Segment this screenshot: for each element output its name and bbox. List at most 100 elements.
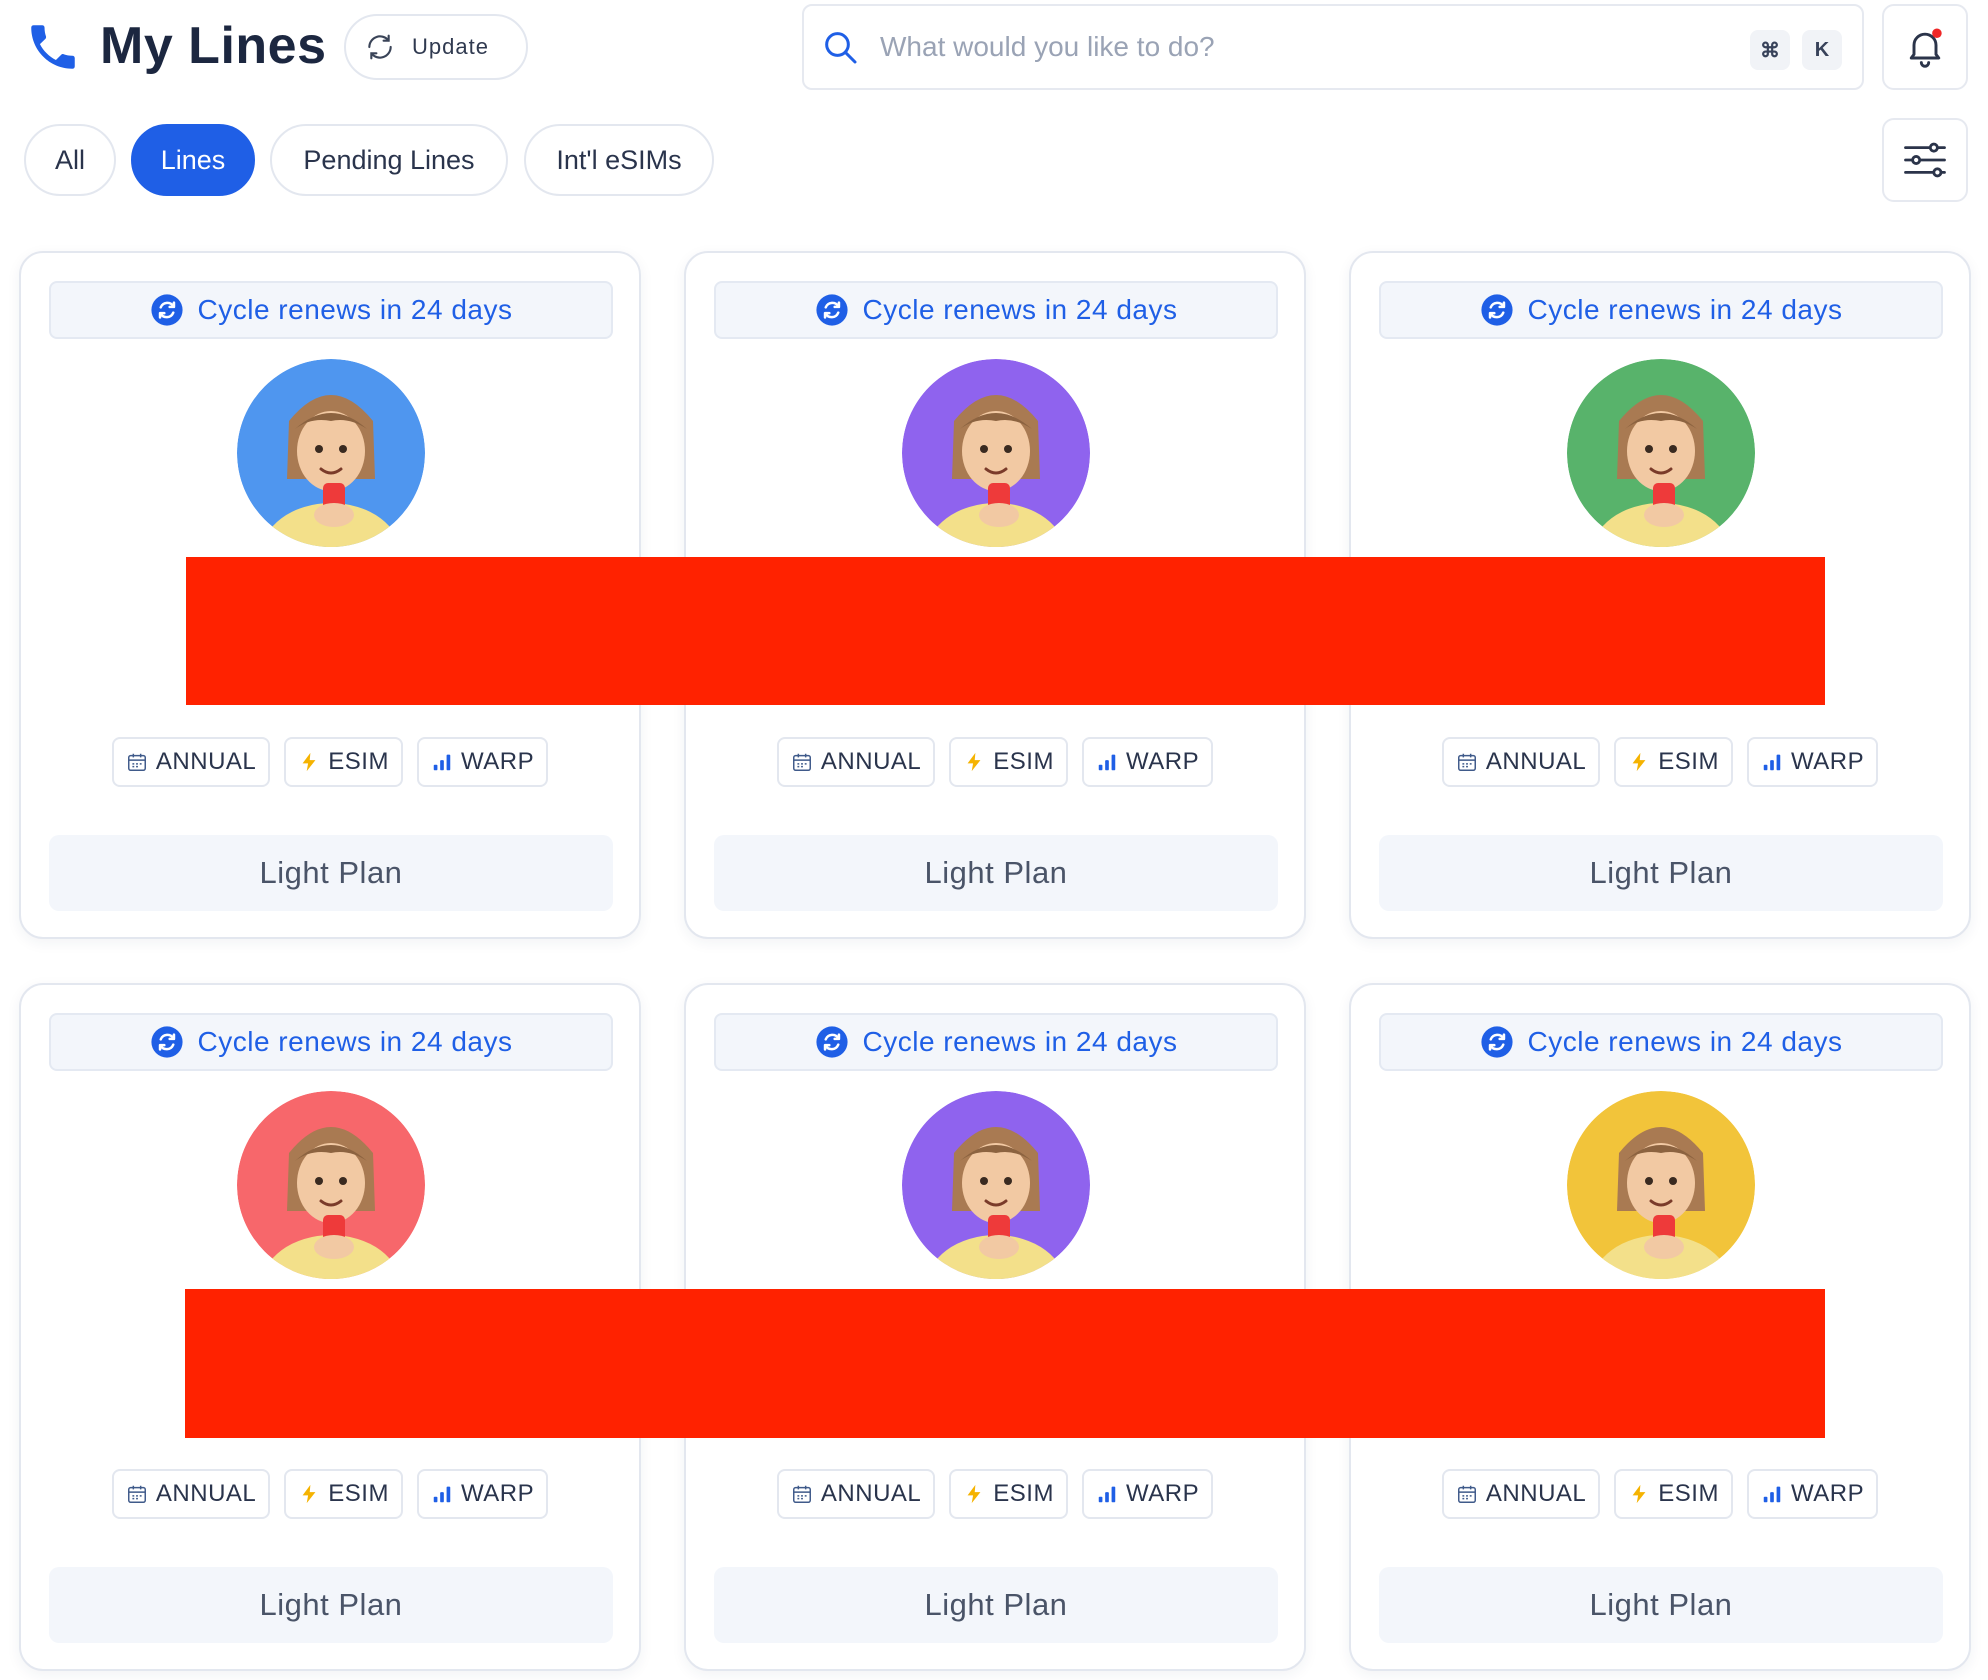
update-button[interactable]: Update [344, 14, 528, 80]
filter-button[interactable] [1882, 118, 1968, 202]
renew-icon [150, 1026, 183, 1058]
tab-lines[interactable]: Lines [131, 124, 255, 196]
plan-button[interactable]: Light Plan [1379, 835, 1943, 911]
tag-warp-label: WARP [1125, 748, 1200, 775]
tag-esim: ESIM [949, 737, 1068, 787]
tag-esim: ESIM [1614, 737, 1733, 787]
tag-annual-label: ANNUAL [1485, 748, 1587, 775]
lightning-icon [1632, 1484, 1646, 1504]
cycle-renewal-banner: Cycle renews in 24 days [714, 1013, 1278, 1071]
tag-annual-label: ANNUAL [155, 748, 257, 775]
plan-button[interactable]: Light Plan [714, 1567, 1278, 1643]
cycle-renewal-banner: Cycle renews in 24 days [49, 1013, 613, 1071]
tab-pending-lines[interactable]: Pending Lines [270, 124, 508, 196]
cycle-renewal-banner: Cycle renews in 24 days [49, 281, 613, 339]
renew-icon [150, 294, 183, 326]
tag-esim-label: ESIM [1658, 748, 1719, 775]
tag-warp: WARP [416, 1469, 549, 1519]
renew-icon [1480, 294, 1513, 326]
plan-button[interactable]: Light Plan [1379, 1567, 1943, 1643]
tab-intl-esims[interactable]: Int'l eSIMs [524, 124, 714, 196]
tag-esim-label: ESIM [993, 1480, 1054, 1507]
tag-esim-label: ESIM [993, 748, 1054, 775]
renew-icon [1480, 1026, 1513, 1058]
signal-bars-icon [433, 754, 451, 771]
redaction-bar [186, 557, 1825, 705]
tag-warp: WARP [1746, 737, 1879, 787]
cycle-renewal-banner: Cycle renews in 24 days [714, 281, 1278, 339]
line-tags: ANNUAL ESIM WARP [21, 1469, 639, 1519]
cycle-renewal-text: Cycle renews in 24 days [862, 1026, 1178, 1057]
line-tags: ANNUAL ESIM WARP [1351, 737, 1969, 787]
avatar [237, 359, 425, 547]
page-title: My Lines [100, 17, 327, 75]
tag-esim: ESIM [1614, 1469, 1733, 1519]
tag-esim: ESIM [949, 1469, 1068, 1519]
plan-button[interactable]: Light Plan [714, 835, 1278, 911]
tag-warp-label: WARP [1790, 1480, 1865, 1507]
cycle-renewal-banner: Cycle renews in 24 days [1379, 1013, 1943, 1071]
plan-button[interactable]: Light Plan [49, 835, 613, 911]
renew-icon [815, 294, 848, 326]
avatar [237, 1091, 425, 1279]
redaction-bar [185, 1289, 1825, 1438]
cycle-renewal-text: Cycle renews in 24 days [862, 294, 1178, 325]
tag-warp: WARP [1081, 1469, 1214, 1519]
tag-annual: ANNUAL [1441, 737, 1601, 787]
notifications-button[interactable] [1882, 4, 1968, 90]
cycle-renewal-text: Cycle renews in 24 days [1527, 294, 1843, 325]
tag-warp: WARP [1081, 737, 1214, 787]
calendar-icon [127, 753, 146, 771]
tag-annual-label: ANNUAL [155, 1480, 257, 1507]
avatar [902, 359, 1090, 547]
cycle-renewal-text: Cycle renews in 24 days [197, 294, 513, 325]
tag-annual: ANNUAL [776, 1469, 936, 1519]
tag-annual-label: ANNUAL [820, 1480, 922, 1507]
line-tags: ANNUAL ESIM WARP [21, 737, 639, 787]
avatar [1567, 359, 1755, 547]
tag-esim-label: ESIM [328, 1480, 389, 1507]
tag-warp-label: WARP [460, 1480, 535, 1507]
tag-warp-label: WARP [1125, 1480, 1200, 1507]
signal-bars-icon [1763, 754, 1781, 771]
update-label: Update [412, 34, 489, 59]
lightning-icon [302, 752, 316, 772]
line-tags: ANNUAL ESIM WARP [686, 1469, 1304, 1519]
bell-icon [1909, 28, 1942, 68]
cycle-renewal-banner: Cycle renews in 24 days [1379, 281, 1943, 339]
tag-annual: ANNUAL [111, 1469, 271, 1519]
command-key-hint: ⌘ [1750, 30, 1790, 70]
tag-annual: ANNUAL [776, 737, 936, 787]
line-tags: ANNUAL ESIM WARP [1351, 1469, 1969, 1519]
tag-esim: ESIM [284, 737, 403, 787]
tag-esim-label: ESIM [1658, 1480, 1719, 1507]
calendar-icon [127, 1485, 146, 1503]
refresh-icon [368, 34, 392, 60]
tag-annual: ANNUAL [1441, 1469, 1601, 1519]
search-icon [825, 32, 857, 64]
signal-bars-icon [1098, 1486, 1116, 1503]
tag-esim: ESIM [284, 1469, 403, 1519]
cycle-renewal-text: Cycle renews in 24 days [1527, 1026, 1843, 1057]
calendar-icon [792, 753, 811, 771]
tab-all[interactable]: All [24, 124, 116, 196]
search-input[interactable] [878, 30, 1702, 64]
tag-annual: ANNUAL [111, 737, 271, 787]
cycle-renewal-text: Cycle renews in 24 days [197, 1026, 513, 1057]
calendar-icon [792, 1485, 811, 1503]
tag-esim-label: ESIM [328, 748, 389, 775]
plan-button[interactable]: Light Plan [49, 1567, 613, 1643]
lightning-icon [1632, 752, 1646, 772]
sliders-icon [1904, 142, 1946, 178]
lightning-icon [302, 1484, 316, 1504]
renew-icon [815, 1026, 848, 1058]
signal-bars-icon [1098, 754, 1116, 771]
tag-warp-label: WARP [460, 748, 535, 775]
avatar [902, 1091, 1090, 1279]
signal-bars-icon [433, 1486, 451, 1503]
tag-warp: WARP [1746, 1469, 1879, 1519]
tag-annual-label: ANNUAL [1485, 1480, 1587, 1507]
search-box[interactable]: ⌘ K [802, 4, 1864, 90]
avatar [1567, 1091, 1755, 1279]
lightning-icon [967, 1484, 981, 1504]
